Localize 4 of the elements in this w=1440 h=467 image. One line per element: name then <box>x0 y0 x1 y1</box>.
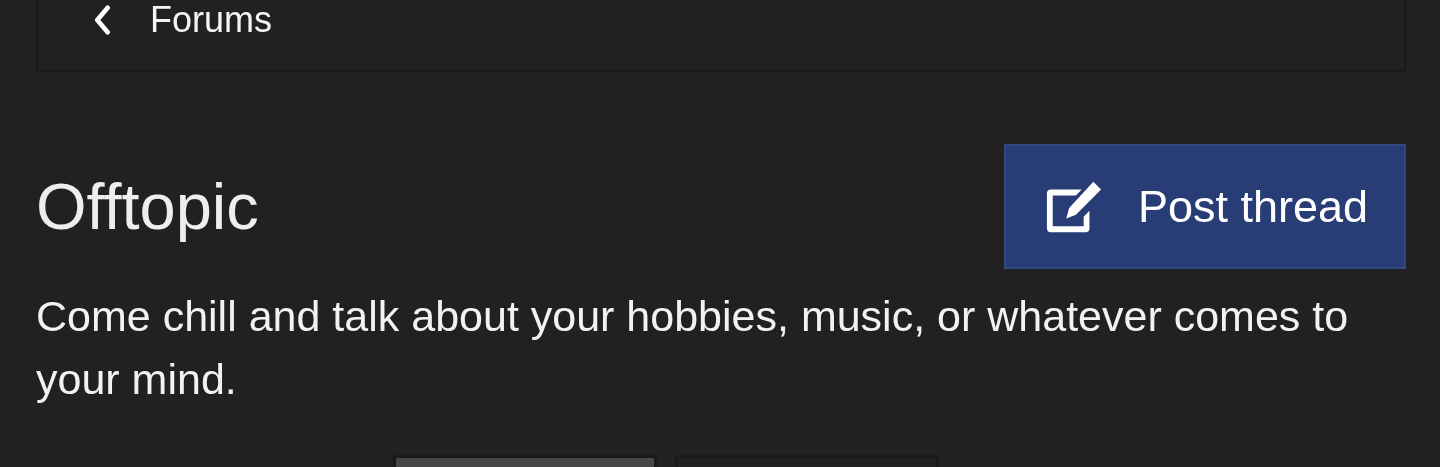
back-link[interactable]: Forums <box>92 0 272 38</box>
post-thread-button[interactable]: Post thread <box>1004 144 1406 269</box>
forum-description: Come chill and talk about your hobbies, music, or whatever comes to your mind. <box>36 291 1350 405</box>
chevron-left-icon <box>92 5 112 35</box>
